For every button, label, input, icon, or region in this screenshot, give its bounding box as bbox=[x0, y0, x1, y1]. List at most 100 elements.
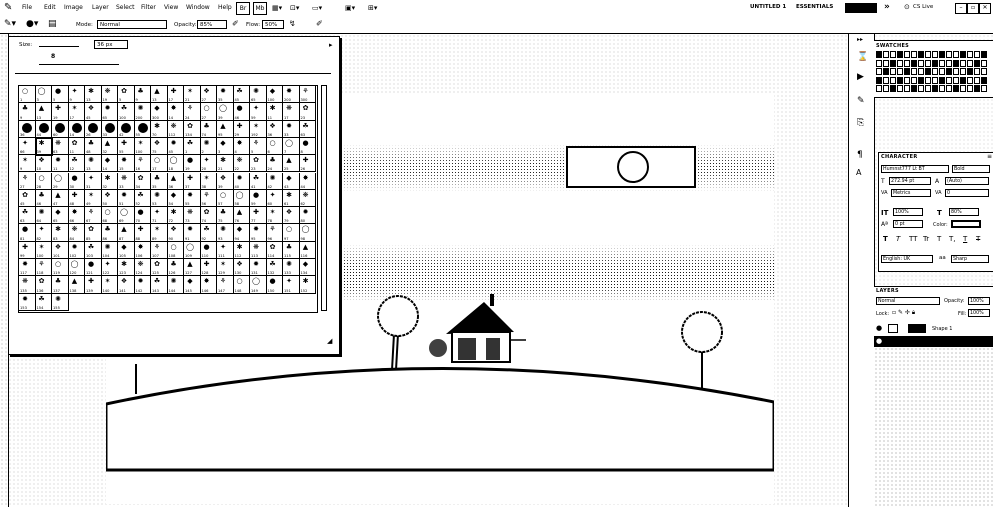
brush-preset-cell[interactable]: ✚ 139 bbox=[85, 276, 102, 294]
brush-preset-cell[interactable]: ◆ 134 bbox=[299, 259, 316, 277]
brush-preset-cell[interactable]: ✱ 72 bbox=[167, 207, 184, 225]
swatch-cell[interactable] bbox=[967, 76, 973, 84]
brush-preset-cell[interactable]: ❖ 27 bbox=[200, 86, 217, 104]
swatch-cell[interactable] bbox=[932, 59, 938, 67]
brush-preset-cell[interactable]: ✹ 142 bbox=[134, 276, 151, 294]
brush-preset-cell[interactable]: ✺ 65 bbox=[250, 86, 267, 104]
swatch-cell[interactable] bbox=[925, 51, 931, 58]
brush-preset-cell[interactable]: ✚ 99 bbox=[19, 241, 36, 259]
brush-preset-cell[interactable]: ✶ 89 bbox=[151, 224, 168, 242]
brush-tool-icon[interactable]: ✎ bbox=[4, 2, 12, 13]
brush-preset-cell[interactable]: ✶ 140 bbox=[101, 276, 118, 294]
style-underline[interactable]: T bbox=[963, 235, 967, 243]
font-style-select[interactable]: Bold bbox=[952, 165, 990, 173]
brush-preset-cell[interactable]: ✹ 35 bbox=[217, 86, 234, 104]
brush-preset-cell[interactable]: ✺ 144 bbox=[167, 276, 184, 294]
brush-preset-cell[interactable]: ❖ 130 bbox=[233, 259, 250, 277]
brush-preset-cell[interactable]: ♣ 86 bbox=[101, 224, 118, 242]
brush-preset-cell[interactable]: ◆ 145 bbox=[184, 276, 201, 294]
swatch-cell[interactable] bbox=[967, 51, 973, 58]
brush-preset-cell[interactable]: ✿ 11 bbox=[68, 137, 85, 156]
brush-preset-cell[interactable]: ● 5 bbox=[52, 86, 69, 104]
dock-collapse-icon[interactable]: ▸▸ bbox=[857, 36, 863, 43]
brush-preset-cell[interactable]: ○ 108 bbox=[167, 241, 184, 259]
brush-preset-cell[interactable]: ● 8 bbox=[299, 137, 316, 156]
swatches-tab[interactable]: SWATCHES bbox=[876, 43, 909, 49]
brush-preset-cell[interactable]: ✶ 9 bbox=[19, 155, 36, 173]
swatch-cell[interactable] bbox=[918, 68, 924, 75]
swatch-cell[interactable] bbox=[890, 59, 896, 67]
brush-preset-cell[interactable]: ✱ 13 bbox=[85, 86, 102, 104]
swatch-cell[interactable] bbox=[897, 76, 903, 84]
extras-icon[interactable]: ⊞▾ bbox=[368, 4, 377, 12]
brush-preset-cell[interactable]: ☘ 132 bbox=[266, 259, 283, 277]
swatch-cell[interactable] bbox=[911, 59, 917, 67]
swatch-cell[interactable] bbox=[883, 51, 889, 58]
brush-preset-cell[interactable]: ♣ 74 bbox=[200, 120, 217, 138]
brush-preset-cell[interactable]: ⚘ 27 bbox=[19, 172, 36, 190]
style-italic[interactable]: T bbox=[896, 235, 900, 243]
brush-preset-cell[interactable]: ✶ 100 bbox=[35, 241, 52, 259]
swatch-cell[interactable] bbox=[883, 68, 889, 75]
grid-icon[interactable]: ▦▾ bbox=[272, 4, 282, 12]
brush-preset-cell[interactable]: ❋ 113 bbox=[250, 241, 267, 259]
brush-preset-cell[interactable]: ▲ 36 bbox=[167, 172, 184, 190]
brush-preset-cell[interactable]: ✦ 71 bbox=[151, 207, 168, 225]
brush-preset-cell[interactable]: ✿ 74 bbox=[200, 207, 217, 225]
swatch-cell[interactable] bbox=[939, 76, 945, 84]
swatch-cell[interactable] bbox=[946, 68, 952, 75]
picker-menu-icon[interactable]: ▸ bbox=[329, 41, 333, 49]
brush-preset-cell[interactable]: ❋ 33 bbox=[118, 172, 135, 190]
brush-preset-cell[interactable]: ✹ 11 bbox=[52, 155, 69, 173]
brush-preset-cell[interactable]: ✹ 65 bbox=[101, 103, 118, 121]
brush-preset-cell[interactable]: ✿ 136 bbox=[35, 276, 52, 294]
swatch-cell[interactable] bbox=[932, 76, 938, 84]
visibility-eye-icon[interactable]: ● bbox=[876, 324, 882, 332]
brush-preset-cell[interactable]: ⚘ 107 bbox=[151, 241, 168, 259]
brush-preset-cell[interactable]: ♣ 24 bbox=[266, 155, 283, 173]
swatch-cell[interactable] bbox=[939, 85, 945, 92]
brush-preset-cell[interactable]: ✺ 200 bbox=[134, 103, 151, 121]
brush-preset-cell[interactable]: ❋ 63 bbox=[52, 137, 69, 156]
brush-preset-cell[interactable]: ♣ 9 bbox=[19, 103, 36, 121]
clone-source-icon[interactable]: ⎘ bbox=[857, 118, 864, 128]
style-bold[interactable]: T bbox=[883, 235, 888, 243]
brush-preset-cell[interactable]: ✱ 32 bbox=[101, 172, 118, 190]
swatch-cell[interactable] bbox=[918, 85, 924, 92]
swatch-cell[interactable] bbox=[974, 59, 980, 67]
brush-preset-cell[interactable]: 42 bbox=[118, 120, 135, 138]
brush-preset-cell[interactable]: ☘ 92 bbox=[200, 224, 217, 242]
swatch-cell[interactable] bbox=[883, 76, 889, 84]
brush-preset-cell[interactable]: ✺ 93 bbox=[217, 224, 234, 242]
brush-preset-cell[interactable]: 55 bbox=[134, 120, 151, 138]
brush-preset-cell[interactable]: ✸ 200 bbox=[283, 86, 300, 104]
font-family-select[interactable]: Humnst777 Lt BT bbox=[881, 165, 949, 173]
brush-preset-cell[interactable]: ● 110 bbox=[200, 241, 217, 259]
brush-preset-cell[interactable]: ✸ 44 bbox=[299, 172, 316, 190]
brush-preset-cell[interactable]: ✹ 80 bbox=[299, 207, 316, 225]
size-field[interactable]: 36 px bbox=[94, 40, 128, 49]
layers-fill-field[interactable]: 100% bbox=[968, 309, 990, 317]
character-icon[interactable]: A bbox=[856, 168, 861, 177]
brush-preset-cell[interactable]: ◆ 54 bbox=[167, 189, 184, 208]
layer-row[interactable]: ● Shape 1 bbox=[874, 323, 993, 335]
brush-preset-icon[interactable]: ●▾ bbox=[26, 19, 38, 29]
brush-preset-cell[interactable]: ▲ 32 bbox=[101, 137, 118, 156]
minibridge-icon[interactable]: Mb bbox=[253, 2, 267, 15]
swatch-cell[interactable] bbox=[960, 59, 966, 67]
swatch-cell[interactable] bbox=[960, 76, 966, 84]
brush-preset-cell[interactable]: ● 30 bbox=[68, 172, 85, 190]
brush-preset-cell[interactable]: ✱ 39 bbox=[34, 136, 53, 157]
brush-preset-cell[interactable]: ◯ 7 bbox=[283, 137, 300, 156]
brush-preset-cell[interactable]: ☘ 143 bbox=[151, 276, 168, 294]
brush-preset-cell[interactable]: ✺ 2 bbox=[200, 137, 217, 156]
vscale-field[interactable]: 100% bbox=[893, 208, 923, 216]
paragraph-icon[interactable]: ¶ bbox=[857, 150, 863, 160]
brush-preset-cell[interactable]: ▲ 76 bbox=[233, 207, 250, 225]
brush-preset-cell[interactable]: ✸ 4 bbox=[233, 137, 250, 156]
brush-preset-cell[interactable]: ◆ 14 bbox=[101, 155, 118, 173]
swatch-cell[interactable] bbox=[946, 85, 952, 92]
screen-mode-icon[interactable]: ▣▾ bbox=[345, 4, 355, 12]
brush-preset-cell[interactable]: ❖ 10 bbox=[35, 155, 52, 173]
swatch-cell[interactable] bbox=[911, 68, 917, 75]
